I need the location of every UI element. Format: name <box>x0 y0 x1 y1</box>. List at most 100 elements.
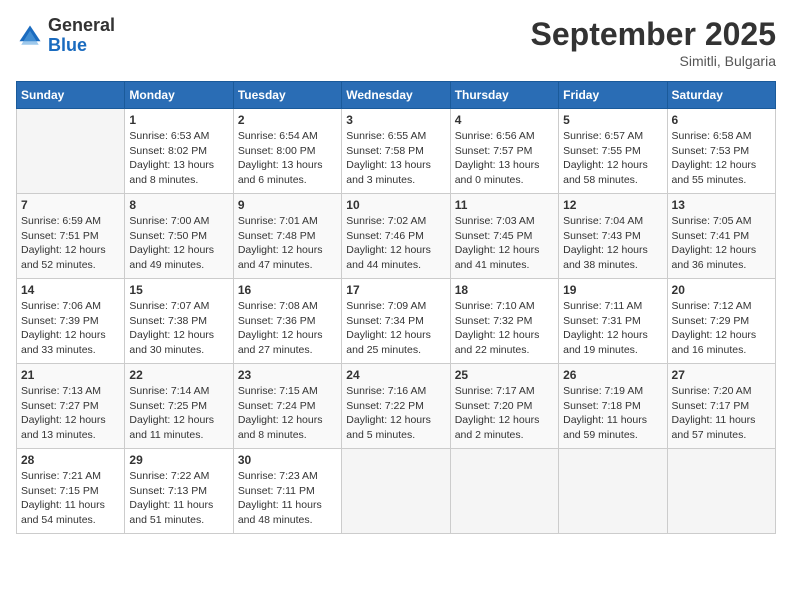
calendar-table: SundayMondayTuesdayWednesdayThursdayFrid… <box>16 81 776 534</box>
day-number: 12 <box>563 198 662 212</box>
day-number: 26 <box>563 368 662 382</box>
calendar-cell: 18 Sunrise: 7:10 AMSunset: 7:32 PMDayligh… <box>450 279 558 364</box>
day-info: Sunrise: 7:02 AMSunset: 7:46 PMDaylight:… <box>346 214 445 273</box>
calendar-cell: 4Sunrise: 6:56 AMSunset: 7:57 PMDaylight… <box>450 109 558 194</box>
day-number: 3 <box>346 113 445 127</box>
day-number: 25 <box>455 368 554 382</box>
day-number: 30 <box>238 453 337 467</box>
day-number: 17 <box>346 283 445 297</box>
day-number: 27 <box>672 368 771 382</box>
logo: General Blue <box>16 16 115 56</box>
day-number: 13 <box>672 198 771 212</box>
day-number: 16 <box>238 283 337 297</box>
calendar-cell <box>342 449 450 534</box>
calendar-cell <box>450 449 558 534</box>
week-row-3: 14 Sunrise: 7:06 AMSunset: 7:39 PMDayligh… <box>17 279 776 364</box>
calendar-cell <box>559 449 667 534</box>
logo-icon <box>16 22 44 50</box>
calendar-cell: 24 Sunrise: 7:16 AMSunset: 7:22 PMDayligh… <box>342 364 450 449</box>
calendar-cell: 25 Sunrise: 7:17 AMSunset: 7:20 PMDayligh… <box>450 364 558 449</box>
day-info: Sunrise: 6:56 AMSunset: 7:57 PMDaylight:… <box>455 129 554 188</box>
calendar-cell: 15 Sunrise: 7:07 AMSunset: 7:38 PMDayligh… <box>125 279 233 364</box>
calendar-cell: 29Sunrise: 7:22 AMSunset: 7:13 PMDayligh… <box>125 449 233 534</box>
day-info: Sunrise: 6:53 AMSunset: 8:02 PMDaylight:… <box>129 129 228 188</box>
day-header-friday: Friday <box>559 82 667 109</box>
day-number: 14 <box>21 283 120 297</box>
day-info: Sunrise: 7:03 AMSunset: 7:45 PMDaylight:… <box>455 214 554 273</box>
day-info: Sunrise: 7:06 AMSunset: 7:39 PMDaylight:… <box>21 299 120 358</box>
day-info: Sunrise: 7:08 AMSunset: 7:36 PMDaylight:… <box>238 299 337 358</box>
calendar-cell: 27 Sunrise: 7:20 AMSunset: 7:17 PMDayligh… <box>667 364 775 449</box>
day-info: Sunrise: 7:19 AMSunset: 7:18 PMDaylight:… <box>563 384 662 443</box>
day-info: Sunrise: 7:07 AMSunset: 7:38 PMDaylight:… <box>129 299 228 358</box>
day-number: 2 <box>238 113 337 127</box>
day-header-sunday: Sunday <box>17 82 125 109</box>
day-number: 24 <box>346 368 445 382</box>
day-header-monday: Monday <box>125 82 233 109</box>
week-row-1: 1 Sunrise: 6:53 AMSunset: 8:02 PMDaylight… <box>17 109 776 194</box>
day-number: 22 <box>129 368 228 382</box>
day-info: Sunrise: 7:12 AMSunset: 7:29 PMDaylight:… <box>672 299 771 358</box>
day-number: 1 <box>129 113 228 127</box>
day-header-thursday: Thursday <box>450 82 558 109</box>
day-number: 9 <box>238 198 337 212</box>
day-info: Sunrise: 7:05 AMSunset: 7:41 PMDaylight:… <box>672 214 771 273</box>
day-info: Sunrise: 6:58 AMSunset: 7:53 PMDaylight:… <box>672 129 771 188</box>
day-header-wednesday: Wednesday <box>342 82 450 109</box>
day-number: 20 <box>672 283 771 297</box>
day-info: Sunrise: 7:16 AMSunset: 7:22 PMDaylight:… <box>346 384 445 443</box>
calendar-cell: 22 Sunrise: 7:14 AMSunset: 7:25 PMDayligh… <box>125 364 233 449</box>
calendar-cell: 13 Sunrise: 7:05 AMSunset: 7:41 PMDayligh… <box>667 194 775 279</box>
calendar-cell: 19 Sunrise: 7:11 AMSunset: 7:31 PMDayligh… <box>559 279 667 364</box>
day-info: Sunrise: 6:55 AMSunset: 7:58 PMDaylight:… <box>346 129 445 188</box>
calendar-cell: 10 Sunrise: 7:02 AMSunset: 7:46 PMDayligh… <box>342 194 450 279</box>
day-info: Sunrise: 7:13 AMSunset: 7:27 PMDaylight:… <box>21 384 120 443</box>
day-number: 21 <box>21 368 120 382</box>
day-info: Sunrise: 7:00 AMSunset: 7:50 PMDaylight:… <box>129 214 228 273</box>
day-info: Sunrise: 7:09 AMSunset: 7:34 PMDaylight:… <box>346 299 445 358</box>
day-info: Sunrise: 7:17 AMSunset: 7:20 PMDaylight:… <box>455 384 554 443</box>
calendar-cell: 9 Sunrise: 7:01 AMSunset: 7:48 PMDaylight… <box>233 194 341 279</box>
week-row-4: 21 Sunrise: 7:13 AMSunset: 7:27 PMDayligh… <box>17 364 776 449</box>
day-header-tuesday: Tuesday <box>233 82 341 109</box>
day-info: Sunrise: 7:20 AMSunset: 7:17 PMDaylight:… <box>672 384 771 443</box>
day-number: 11 <box>455 198 554 212</box>
day-info: Sunrise: 6:59 AMSunset: 7:51 PMDaylight:… <box>21 214 120 273</box>
calendar-cell: 3 Sunrise: 6:55 AMSunset: 7:58 PMDaylight… <box>342 109 450 194</box>
day-number: 5 <box>563 113 662 127</box>
day-info: Sunrise: 6:54 AMSunset: 8:00 PMDaylight:… <box>238 129 337 188</box>
day-info: Sunrise: 7:23 AMSunset: 7:11 PMDaylight:… <box>238 469 337 528</box>
calendar-cell: 1 Sunrise: 6:53 AMSunset: 8:02 PMDaylight… <box>125 109 233 194</box>
calendar-cell: 7 Sunrise: 6:59 AMSunset: 7:51 PMDaylight… <box>17 194 125 279</box>
day-number: 10 <box>346 198 445 212</box>
day-number: 7 <box>21 198 120 212</box>
logo-general-text: General <box>48 16 115 36</box>
day-info: Sunrise: 7:01 AMSunset: 7:48 PMDaylight:… <box>238 214 337 273</box>
day-number: 28 <box>21 453 120 467</box>
week-row-5: 28 Sunrise: 7:21 AMSunset: 7:15 PMDayligh… <box>17 449 776 534</box>
calendar-cell <box>17 109 125 194</box>
day-info: Sunrise: 7:21 AMSunset: 7:15 PMDaylight:… <box>21 469 120 528</box>
calendar-cell: 11 Sunrise: 7:03 AMSunset: 7:45 PMDayligh… <box>450 194 558 279</box>
logo-text: General Blue <box>48 16 115 56</box>
title-block: September 2025 Simitli, Bulgaria <box>531 16 776 69</box>
week-row-2: 7 Sunrise: 6:59 AMSunset: 7:51 PMDaylight… <box>17 194 776 279</box>
calendar-cell: 5 Sunrise: 6:57 AMSunset: 7:55 PMDaylight… <box>559 109 667 194</box>
calendar-cell: 20 Sunrise: 7:12 AMSunset: 7:29 PMDayligh… <box>667 279 775 364</box>
day-number: 29 <box>129 453 228 467</box>
calendar-cell: 26 Sunrise: 7:19 AMSunset: 7:18 PMDayligh… <box>559 364 667 449</box>
day-info: Sunrise: 7:11 AMSunset: 7:31 PMDaylight:… <box>563 299 662 358</box>
day-number: 23 <box>238 368 337 382</box>
day-number: 18 <box>455 283 554 297</box>
calendar-cell: 8Sunrise: 7:00 AMSunset: 7:50 PMDaylight… <box>125 194 233 279</box>
day-number: 15 <box>129 283 228 297</box>
day-info: Sunrise: 7:04 AMSunset: 7:43 PMDaylight:… <box>563 214 662 273</box>
day-header-saturday: Saturday <box>667 82 775 109</box>
month-title: September 2025 <box>531 16 776 53</box>
day-info: Sunrise: 7:10 AMSunset: 7:32 PMDaylight:… <box>455 299 554 358</box>
day-info: Sunrise: 7:14 AMSunset: 7:25 PMDaylight:… <box>129 384 228 443</box>
page-header: General Blue September 2025 Simitli, Bul… <box>16 16 776 69</box>
day-number: 19 <box>563 283 662 297</box>
calendar-cell: 17 Sunrise: 7:09 AMSunset: 7:34 PMDayligh… <box>342 279 450 364</box>
day-info: Sunrise: 6:57 AMSunset: 7:55 PMDaylight:… <box>563 129 662 188</box>
